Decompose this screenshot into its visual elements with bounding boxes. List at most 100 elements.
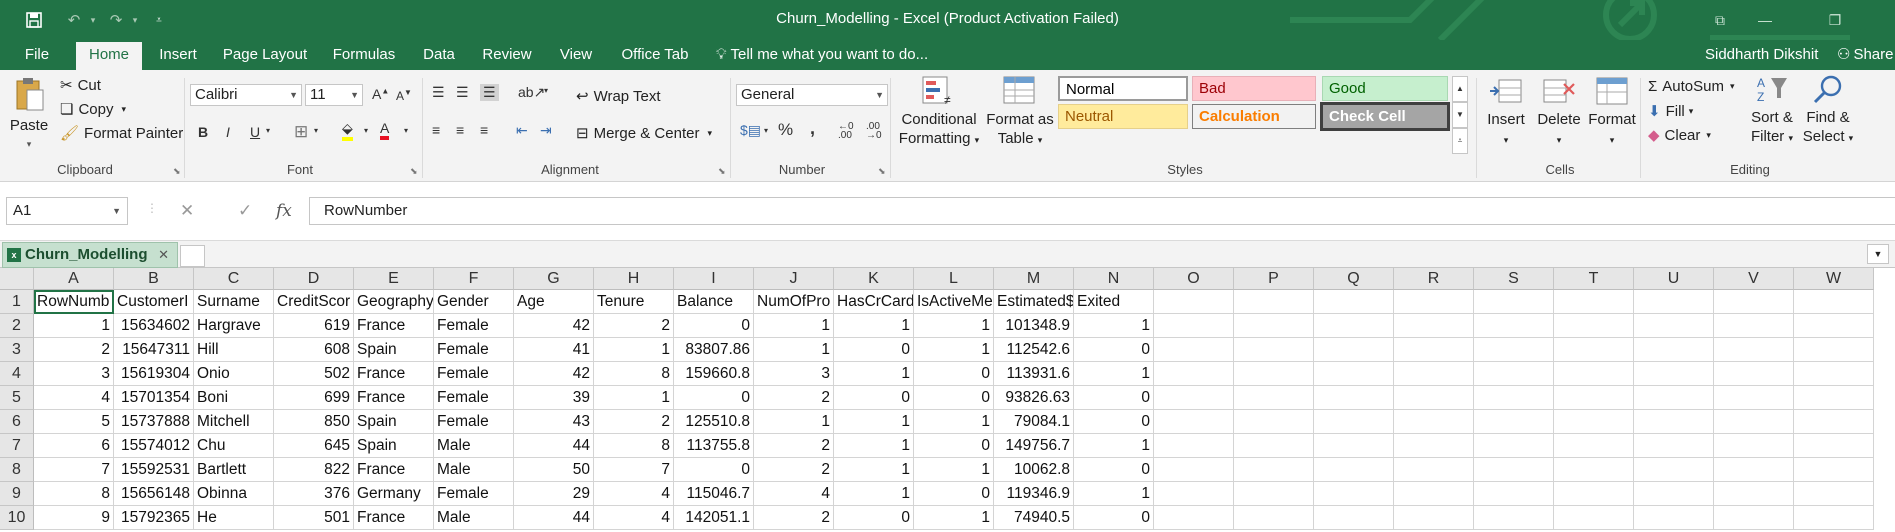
cell-r3[interactable] <box>1394 338 1474 362</box>
cell-d2[interactable]: 619 <box>274 314 354 338</box>
cell-g8[interactable]: 50 <box>514 458 594 482</box>
cell-u7[interactable] <box>1634 434 1714 458</box>
cell-o5[interactable] <box>1154 386 1234 410</box>
cell-h4[interactable]: 8 <box>594 362 674 386</box>
cell-r9[interactable] <box>1394 482 1474 506</box>
cell-h8[interactable]: 7 <box>594 458 674 482</box>
cell-q9[interactable] <box>1314 482 1394 506</box>
merge-center-button[interactable]: ⊟ Merge & Center ▾ <box>576 124 712 143</box>
column-header-s[interactable]: S <box>1474 268 1554 290</box>
sort-filter-button[interactable]: AZ Sort & Filter ▾ <box>1746 74 1798 148</box>
cell-q10[interactable] <box>1314 506 1394 530</box>
cell-v7[interactable] <box>1714 434 1794 458</box>
cell-c6[interactable]: Mitchell <box>194 410 274 434</box>
column-header-u[interactable]: U <box>1634 268 1714 290</box>
cell-t4[interactable] <box>1554 362 1634 386</box>
column-header-r[interactable]: R <box>1394 268 1474 290</box>
cell-w1[interactable] <box>1794 290 1874 314</box>
font-size-combo[interactable]: 11 ▼ <box>305 84 363 106</box>
cell-u6[interactable] <box>1634 410 1714 434</box>
cell-r6[interactable] <box>1394 410 1474 434</box>
row-header-3[interactable]: 3 <box>0 338 34 362</box>
tab-data[interactable]: Data <box>414 40 464 70</box>
cell-l5[interactable]: 0 <box>914 386 994 410</box>
cell-l8[interactable]: 1 <box>914 458 994 482</box>
cell-r7[interactable] <box>1394 434 1474 458</box>
cell-f7[interactable]: Male <box>434 434 514 458</box>
column-header-a[interactable]: A <box>34 268 114 290</box>
cell-o3[interactable] <box>1154 338 1234 362</box>
cell-p8[interactable] <box>1234 458 1314 482</box>
delete-cells-button[interactable]: Delete ▾ <box>1534 76 1584 150</box>
tab-office-tab[interactable]: Office Tab <box>614 40 696 70</box>
cell-k10[interactable]: 0 <box>834 506 914 530</box>
cell-w10[interactable] <box>1794 506 1874 530</box>
align-left-icon[interactable]: ≡ <box>432 122 440 138</box>
cell-g2[interactable]: 42 <box>514 314 594 338</box>
cell-r2[interactable] <box>1394 314 1474 338</box>
cell-b8[interactable]: 15592531 <box>114 458 194 482</box>
cell-d6[interactable]: 850 <box>274 410 354 434</box>
cell-b4[interactable]: 15619304 <box>114 362 194 386</box>
cell-j10[interactable]: 2 <box>754 506 834 530</box>
cell-i7[interactable]: 113755.8 <box>674 434 754 458</box>
cell-f8[interactable]: Male <box>434 458 514 482</box>
workbook-tab[interactable]: x Churn_Modelling ✕ <box>2 242 178 268</box>
cell-f1[interactable]: Gender <box>434 290 514 314</box>
cell-j4[interactable]: 3 <box>754 362 834 386</box>
column-header-p[interactable]: P <box>1234 268 1314 290</box>
cell-v1[interactable] <box>1714 290 1794 314</box>
cell-f4[interactable]: Female <box>434 362 514 386</box>
cell-o4[interactable] <box>1154 362 1234 386</box>
cell-m10[interactable]: 74940.5 <box>994 506 1074 530</box>
column-header-b[interactable]: B <box>114 268 194 290</box>
borders-icon[interactable]: ⊞ <box>294 122 308 142</box>
cell-n8[interactable]: 0 <box>1074 458 1154 482</box>
cell-k2[interactable]: 1 <box>834 314 914 338</box>
cell-g6[interactable]: 43 <box>514 410 594 434</box>
cell-n7[interactable]: 1 <box>1074 434 1154 458</box>
cell-t5[interactable] <box>1554 386 1634 410</box>
cell-m7[interactable]: 149756.7 <box>994 434 1074 458</box>
cell-q8[interactable] <box>1314 458 1394 482</box>
column-header-k[interactable]: K <box>834 268 914 290</box>
number-format-combo[interactable]: General ▼ <box>736 84 888 106</box>
cell-s4[interactable] <box>1474 362 1554 386</box>
cell-u8[interactable] <box>1634 458 1714 482</box>
accounting-dropdown[interactable]: ▾ <box>764 126 768 135</box>
cell-q1[interactable] <box>1314 290 1394 314</box>
align-right-icon[interactable]: ≡ <box>480 122 488 138</box>
cell-k4[interactable]: 1 <box>834 362 914 386</box>
column-header-t[interactable]: T <box>1554 268 1634 290</box>
cell-p4[interactable] <box>1234 362 1314 386</box>
cell-p3[interactable] <box>1234 338 1314 362</box>
cell-i4[interactable]: 159660.8 <box>674 362 754 386</box>
column-header-f[interactable]: F <box>434 268 514 290</box>
cell-f2[interactable]: Female <box>434 314 514 338</box>
cell-n6[interactable]: 0 <box>1074 410 1154 434</box>
cell-m1[interactable]: Estimated$ <box>994 290 1074 314</box>
cell-q2[interactable] <box>1314 314 1394 338</box>
cell-e4[interactable]: France <box>354 362 434 386</box>
cell-a3[interactable]: 2 <box>34 338 114 362</box>
select-all-corner[interactable] <box>0 268 34 290</box>
align-bottom-icon[interactable]: ☰ <box>480 84 499 101</box>
cell-s7[interactable] <box>1474 434 1554 458</box>
cell-a5[interactable]: 4 <box>34 386 114 410</box>
italic-button[interactable]: I <box>226 124 230 140</box>
wrap-text-button[interactable]: ↩ Wrap Text <box>576 87 661 106</box>
tab-view[interactable]: View <box>552 40 600 70</box>
cell-b1[interactable]: CustomerI <box>114 290 194 314</box>
number-launcher-icon[interactable]: ⬊ <box>878 166 886 177</box>
tab-list-dropdown-icon[interactable]: ▼ <box>1867 244 1889 264</box>
decrease-indent-icon[interactable]: ⇤ <box>516 122 528 139</box>
paste-button[interactable]: Paste ▾ <box>8 76 50 154</box>
cell-w5[interactable] <box>1794 386 1874 410</box>
cell-u2[interactable] <box>1634 314 1714 338</box>
cell-s5[interactable] <box>1474 386 1554 410</box>
enter-icon[interactable]: ✓ <box>238 201 252 221</box>
cell-c4[interactable]: Onio <box>194 362 274 386</box>
cell-i9[interactable]: 115046.7 <box>674 482 754 506</box>
cell-m4[interactable]: 113931.6 <box>994 362 1074 386</box>
cell-p6[interactable] <box>1234 410 1314 434</box>
